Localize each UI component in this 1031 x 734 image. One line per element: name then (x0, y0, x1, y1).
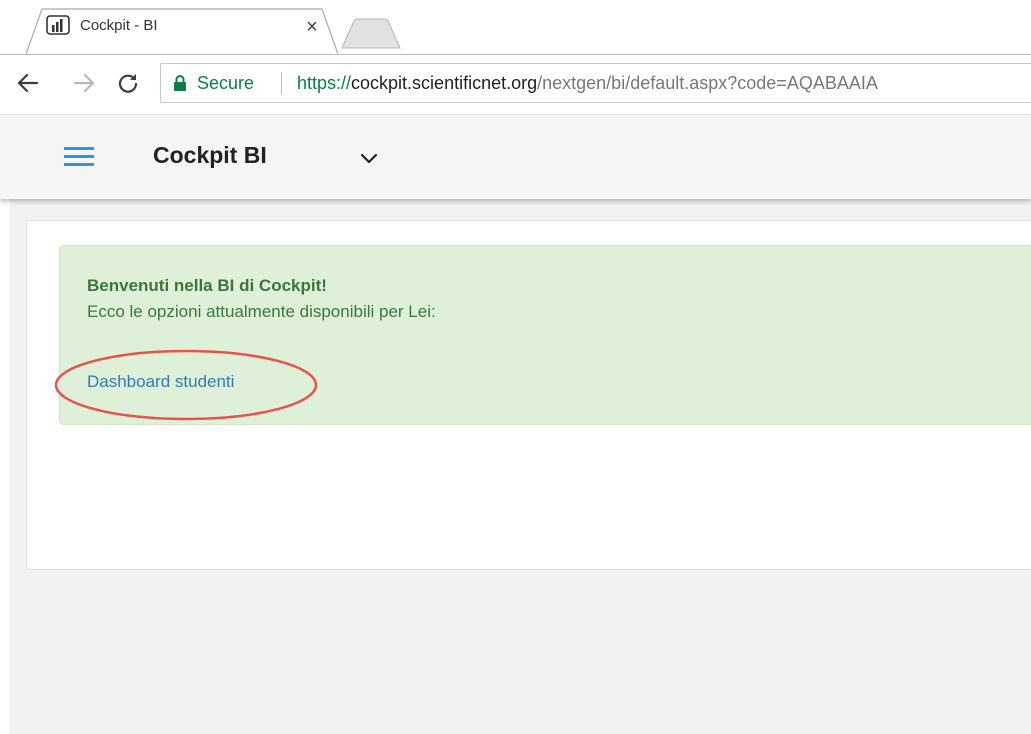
dashboard-studenti-link[interactable]: Dashboard studenti (87, 372, 234, 392)
welcome-body: Ecco le opzioni attualmente disponibili … (87, 302, 436, 321)
browser-tab[interactable] (26, 8, 338, 54)
content-card: Benvenuti nella BI di Cockpit! Ecco le o… (26, 220, 1031, 570)
tab-close-icon[interactable]: × (300, 15, 324, 39)
app-header: Cockpit BI (0, 114, 1031, 199)
url-path: /nextgen/bi/default.aspx?code=AQABAAIA (537, 73, 878, 93)
welcome-title: Benvenuti nella BI di Cockpit! (87, 276, 327, 295)
chevron-down-icon[interactable] (356, 145, 382, 171)
address-bar[interactable]: Secure https://cockpit.scientificnet.org… (160, 63, 1031, 103)
forward-arrow-icon[interactable] (70, 69, 98, 97)
app-title: Cockpit BI (153, 142, 267, 168)
lock-icon (173, 75, 187, 91)
back-arrow-icon[interactable] (14, 69, 42, 97)
url-text[interactable]: https://cockpit.scientificnet.org/nextge… (297, 73, 878, 94)
secure-label: Secure (197, 73, 255, 93)
welcome-alert: Benvenuti nella BI di Cockpit! Ecco le o… (59, 245, 1031, 425)
tab-shape (26, 8, 338, 54)
tab-title: Cockpit - BI (80, 17, 158, 34)
reload-icon[interactable] (114, 69, 142, 97)
hamburger-menu-icon[interactable] (60, 145, 96, 169)
browser-toolbar: Secure https://cockpit.scientificnet.org… (0, 54, 1031, 115)
omnibox-divider (281, 72, 282, 94)
power-bi-icon (46, 15, 70, 37)
url-host: cockpit.scientificnet.org (351, 73, 538, 93)
new-tab-button[interactable] (340, 17, 402, 49)
browser-window: Cockpit - BI × Secure https://cockpit.sc… (0, 0, 1031, 734)
url-scheme: https:// (297, 73, 352, 93)
tab-strip: Cockpit - BI × (0, 0, 1031, 55)
content-area: Benvenuti nella BI di Cockpit! Ecco le o… (0, 198, 1031, 734)
